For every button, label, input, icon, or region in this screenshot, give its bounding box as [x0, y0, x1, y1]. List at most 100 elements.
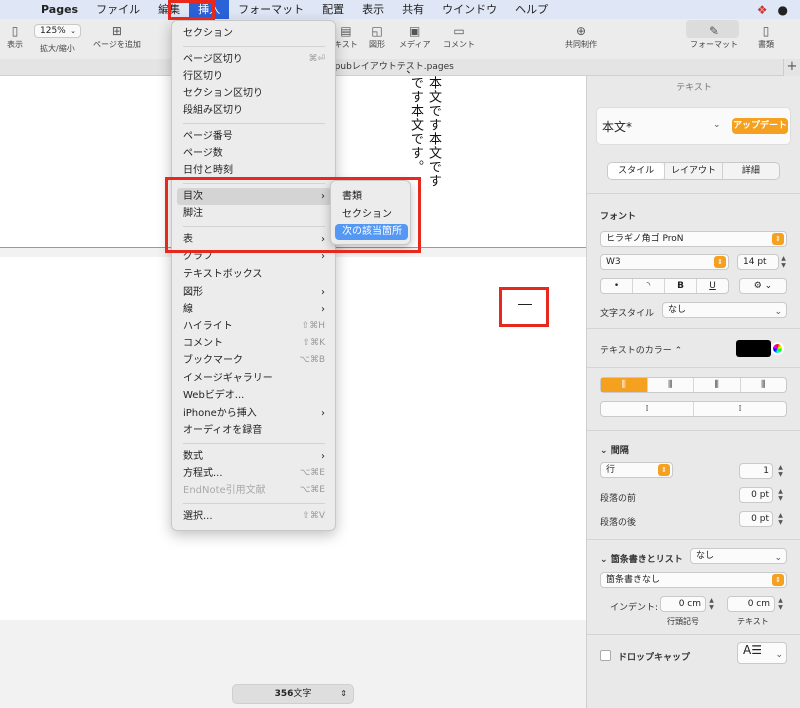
- menu-item-line-break[interactable]: 行区切り: [177, 68, 331, 85]
- submenu-item-section[interactable]: セクション: [335, 207, 408, 223]
- comment-button[interactable]: ▭ コメント: [443, 23, 475, 50]
- menu-item-line[interactable]: 線 ›: [177, 301, 331, 318]
- menu-item-toc[interactable]: 目次 ›: [177, 188, 331, 205]
- tab-style[interactable]: スタイル: [608, 163, 665, 179]
- collaborate-button[interactable]: ⊕ 共同制作: [565, 23, 597, 50]
- bullet-indent-field[interactable]: 0 cm: [660, 596, 706, 612]
- underline-button[interactable]: U: [696, 279, 728, 293]
- menu-item-page-break[interactable]: ページ区切り ⌘⏎: [177, 51, 331, 68]
- italic-button[interactable]: ◝: [632, 279, 664, 293]
- decrease-indent-icon[interactable]: ⁞: [601, 402, 693, 416]
- media-button[interactable]: ▣ メディア: [399, 23, 430, 50]
- view-button[interactable]: ▯ 表示: [7, 23, 23, 50]
- dropcap-checkbox[interactable]: [600, 650, 611, 661]
- tab-layout[interactable]: レイアウト: [664, 163, 721, 179]
- body-text-column-1[interactable]: 本文です本文です: [424, 76, 443, 188]
- menu-item-table[interactable]: 表 ›: [177, 231, 331, 248]
- font-size-stepper[interactable]: ▲ ▼: [780, 255, 787, 269]
- text-color-label[interactable]: テキストのカラー ⌃: [600, 343, 682, 356]
- increase-indent-icon[interactable]: ⁞: [693, 402, 786, 416]
- font-size-field[interactable]: 14 pt: [737, 254, 779, 270]
- menu-item-section-break[interactable]: セクション区切り: [177, 85, 331, 102]
- menu-item-web-video[interactable]: Webビデオ...: [177, 387, 331, 404]
- text-options-button[interactable]: ⚙ ⌄: [739, 278, 787, 294]
- add-page-button[interactable]: ⊞ ページを追加: [93, 23, 141, 50]
- menu-item-image-gallery[interactable]: イメージギャラリー: [177, 370, 331, 387]
- add-tab-button[interactable]: +: [783, 59, 800, 76]
- menu-edit[interactable]: 編集: [149, 0, 189, 19]
- body-text-column-2[interactable]: です本文です。: [406, 76, 425, 174]
- chevron-down-icon[interactable]: ⌄: [713, 120, 721, 130]
- space-before-field[interactable]: 0 pt: [739, 487, 773, 503]
- bold-dot-button[interactable]: •: [601, 279, 632, 293]
- dropbox-icon[interactable]: ❖: [757, 3, 768, 17]
- submenu-item-document[interactable]: 書類: [335, 189, 408, 205]
- app-menu[interactable]: Pages: [32, 0, 87, 19]
- paragraph-style-card[interactable]: 本文* ⌄ アップデート: [596, 107, 791, 145]
- list-style-select[interactable]: なし ⌄: [690, 548, 787, 564]
- menu-item-highlight[interactable]: ハイライト ⇧⌘H: [177, 318, 331, 335]
- menu-view[interactable]: 表示: [353, 0, 393, 19]
- menu-format[interactable]: フォーマット: [229, 0, 313, 19]
- menu-item-choose[interactable]: 選択... ⇧⌘V: [177, 508, 331, 525]
- menu-insert[interactable]: 挿入: [189, 0, 230, 19]
- bullets-section-title[interactable]: ⌄ 箇条書きとリスト: [600, 552, 683, 565]
- menu-item-text-box[interactable]: テキストボックス: [177, 266, 331, 283]
- format-button[interactable]: ✎ フォーマット: [690, 23, 738, 50]
- menu-item-formula[interactable]: 数式 ›: [177, 448, 331, 465]
- user-icon[interactable]: ●: [778, 3, 788, 17]
- menu-item-comment[interactable]: コメント ⇧⌘K: [177, 335, 331, 352]
- update-style-button[interactable]: アップデート: [732, 118, 788, 134]
- bullet-indent-stepper[interactable]: ▲ ▼: [708, 597, 715, 611]
- text-indent-field[interactable]: 0 cm: [727, 596, 775, 612]
- apple-menu-icon[interactable]: [0, 0, 32, 19]
- text-indent-stepper[interactable]: ▲ ▼: [777, 597, 784, 611]
- menu-item-section[interactable]: セクション: [177, 25, 331, 42]
- zoom-select[interactable]: 125% ⌄: [34, 24, 81, 38]
- spacing-section-title[interactable]: ⌄ 間隔: [600, 443, 629, 456]
- justify-icon[interactable]: ⫼: [739, 378, 787, 392]
- menu-item-shape[interactable]: 図形 ›: [177, 284, 331, 301]
- menu-item-chart[interactable]: グラフ ›: [177, 248, 331, 265]
- menu-item-footnote[interactable]: 脚注: [177, 205, 331, 222]
- menu-window[interactable]: ウインドウ: [433, 0, 506, 19]
- menu-item-page-count[interactable]: ページ数: [177, 145, 331, 162]
- document-button[interactable]: ▯ 書類: [758, 23, 774, 50]
- line-spacing-value[interactable]: 1: [739, 463, 773, 479]
- shape-button[interactable]: ◱ 図形: [369, 23, 385, 50]
- font-weight-select[interactable]: W3 ⇕: [600, 254, 729, 270]
- menu-item-date-time[interactable]: 日付と時刻: [177, 162, 331, 179]
- text-button[interactable]: ▤ キスト: [334, 23, 358, 50]
- menu-item-page-number[interactable]: ページ番号: [177, 128, 331, 145]
- align-center-icon[interactable]: ⫼: [646, 378, 694, 392]
- menu-help[interactable]: ヘルプ: [506, 0, 557, 19]
- text-color-swatch[interactable]: [736, 340, 771, 357]
- tab-more[interactable]: 詳細: [721, 163, 779, 179]
- char-style-select[interactable]: なし ⌄: [662, 302, 787, 318]
- align-left-icon[interactable]: ⫼: [601, 378, 647, 392]
- body-text-column-3[interactable]: 、: [396, 70, 412, 82]
- menu-file[interactable]: ファイル: [87, 0, 149, 19]
- menu-item-insert-from-iphone[interactable]: iPhoneから挿入 ›: [177, 405, 331, 422]
- menu-share[interactable]: 共有: [393, 0, 433, 19]
- document-tab[interactable]: epubレイアウトテスト.pages: [0, 59, 783, 76]
- font-name-select[interactable]: ヒラギノ角ゴ ProN ⇕: [600, 231, 787, 247]
- line-spacing-stepper[interactable]: ▲ ▼: [777, 464, 784, 478]
- menu-item-column-break[interactable]: 段組み区切り: [177, 102, 331, 119]
- submenu-item-next-occurrence[interactable]: 次の該当箇所: [335, 224, 408, 240]
- space-after-field[interactable]: 0 pt: [739, 511, 773, 527]
- menu-arrange[interactable]: 配置: [313, 0, 353, 19]
- space-before-stepper[interactable]: ▲ ▼: [777, 488, 784, 502]
- menu-item-bookmark[interactable]: ブックマーク ⌥⌘B: [177, 352, 331, 369]
- paragraph-style-name[interactable]: 本文*: [602, 118, 632, 135]
- dropcap-style-select[interactable]: A☰ ⌄: [737, 642, 787, 664]
- align-right-icon[interactable]: ⫼: [693, 378, 740, 392]
- color-wheel-icon[interactable]: [771, 342, 784, 355]
- bullet-type-select[interactable]: 箇条書きなし ⇕: [600, 572, 787, 588]
- bold-button[interactable]: B: [664, 279, 696, 293]
- line-spacing-select[interactable]: 行 ⇕: [600, 462, 673, 478]
- word-count-button[interactable]: 356文字 ⇕: [232, 684, 354, 704]
- space-after-stepper[interactable]: ▲ ▼: [777, 512, 784, 526]
- menu-item-equation[interactable]: 方程式... ⌥⌘E: [177, 465, 331, 482]
- menu-item-record-audio[interactable]: オーディオを録音: [177, 422, 331, 439]
